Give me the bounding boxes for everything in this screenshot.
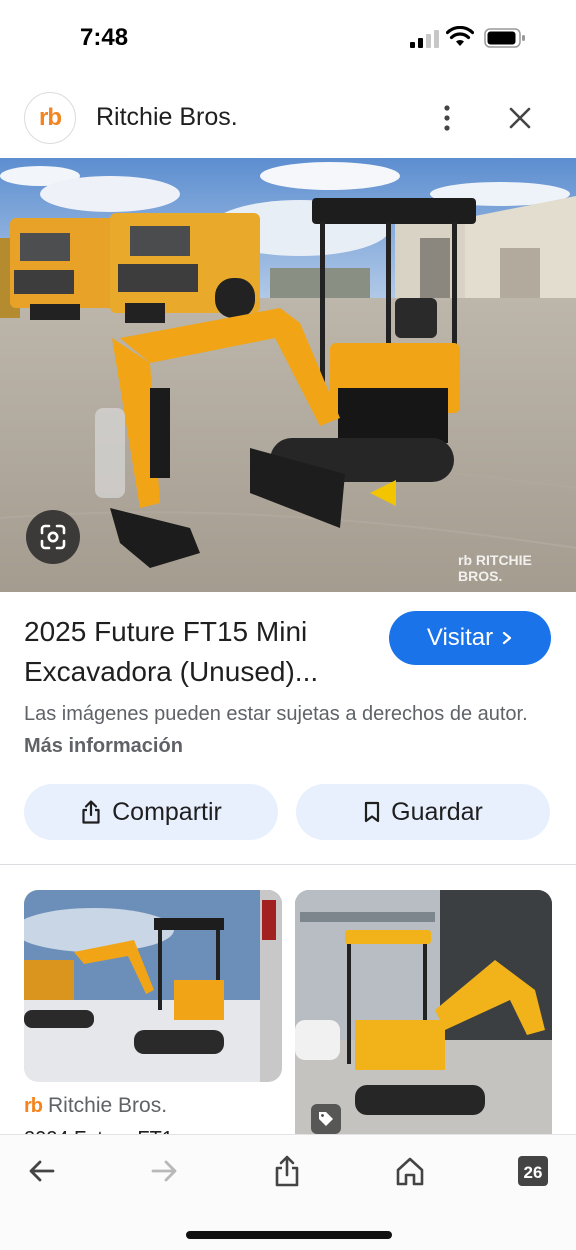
tabs-count: 26 xyxy=(524,1163,543,1182)
site-name[interactable]: Ritchie Bros. xyxy=(96,103,238,132)
related-image-1[interactable] xyxy=(24,890,282,1082)
site-logo-text: rb xyxy=(39,104,62,131)
result-title[interactable]: 2025 Future FT15 Mini Excavadora (Unused… xyxy=(24,612,374,692)
share-page-button[interactable] xyxy=(267,1151,307,1191)
home-button[interactable] xyxy=(390,1151,430,1191)
chevron-right-icon xyxy=(503,631,512,645)
signal-icon xyxy=(410,30,439,48)
save-label: Guardar xyxy=(391,797,483,826)
lens-icon xyxy=(40,524,66,550)
source-header: rb Ritchie Bros. xyxy=(0,86,576,152)
back-button[interactable] xyxy=(22,1151,62,1191)
bookmark-icon xyxy=(365,801,380,823)
share-icon xyxy=(275,1155,299,1187)
forward-button[interactable] xyxy=(144,1151,184,1191)
tabs-button[interactable]: 26 xyxy=(513,1151,553,1191)
more-options-icon[interactable] xyxy=(436,102,458,134)
browser-toolbar: 26 xyxy=(0,1134,576,1250)
wifi-icon xyxy=(446,26,474,46)
related-source[interactable]: rb Ritchie Bros. xyxy=(24,1094,167,1118)
save-button[interactable]: Guardar xyxy=(296,784,550,840)
home-indicator xyxy=(186,1231,392,1239)
image-watermark: rb RITCHIE BROS. xyxy=(458,552,532,584)
hero-image[interactable] xyxy=(0,158,576,592)
status-bar: 7:48 xyxy=(0,0,576,76)
copyright-notice: Las imágenes pueden estar sujetas a dere… xyxy=(24,698,544,762)
home-icon xyxy=(396,1157,424,1186)
related-source-name: Ritchie Bros. xyxy=(48,1094,168,1117)
site-logo[interactable]: rb xyxy=(24,92,76,144)
close-icon[interactable] xyxy=(506,104,534,132)
visit-button[interactable]: Visitar xyxy=(389,611,551,665)
share-button[interactable]: Compartir xyxy=(24,784,278,840)
share-label: Compartir xyxy=(112,797,222,826)
more-info-link[interactable]: Más información xyxy=(24,735,183,757)
arrow-left-icon xyxy=(29,1160,55,1182)
section-divider xyxy=(0,864,576,865)
status-time: 7:48 xyxy=(80,24,129,51)
related-source-logo: rb xyxy=(24,1094,43,1117)
copyright-text: Las imágenes pueden estar sujetas a dere… xyxy=(24,703,528,725)
battery-icon xyxy=(484,28,525,48)
visit-label: Visitar xyxy=(426,624,494,651)
tabs-icon: 26 xyxy=(518,1156,548,1186)
google-lens-button[interactable] xyxy=(26,510,80,564)
share-icon xyxy=(82,800,100,824)
related-image-2[interactable] xyxy=(295,890,552,1140)
arrow-right-icon xyxy=(151,1160,177,1182)
product-tag-badge xyxy=(311,1104,341,1134)
tag-icon xyxy=(319,1112,333,1126)
